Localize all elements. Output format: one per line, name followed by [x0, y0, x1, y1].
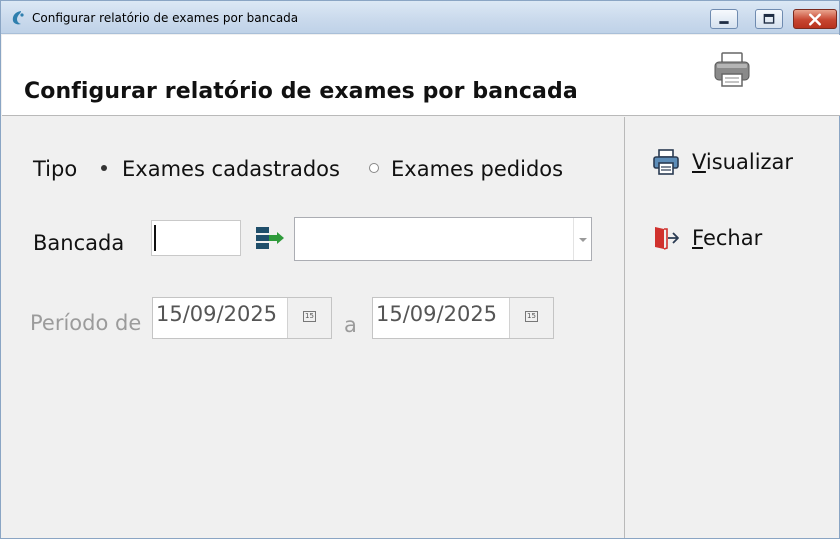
calendar-icon: 15	[303, 311, 316, 322]
printer-icon	[714, 52, 750, 87]
periodo-to-value: 15/09/2025	[376, 302, 498, 326]
window-title: Configurar relatório de exames por banca…	[32, 11, 299, 25]
title-bar[interactable]: Configurar relatório de exames por banca…	[1, 1, 839, 34]
radio-dot	[101, 165, 107, 171]
fechar-button[interactable]: Fechar	[652, 220, 822, 256]
app-leaf-icon	[12, 11, 24, 25]
periodo-separator: a	[344, 313, 357, 337]
exit-door-icon	[655, 227, 679, 250]
visualizar-label: Visualizar	[692, 150, 793, 174]
print-preview-icon	[653, 149, 679, 175]
page-title: Configurar relatório de exames por banca…	[24, 79, 578, 104]
fechar-label-rest: echar	[702, 226, 763, 250]
radio-button-checked[interactable]	[99, 163, 109, 173]
periodo-to-calendar-button[interactable]: 15	[509, 298, 553, 338]
form-content: Tipo Exames cadastrados Exames pedidos B…	[2, 117, 624, 538]
search-bancada-icon[interactable]	[255, 225, 285, 253]
action-sidebar: Visualizar Fechar	[624, 117, 840, 538]
fechar-label: Fechar	[692, 226, 762, 250]
radio-label-pedidos[interactable]: Exames pedidos	[391, 157, 563, 181]
fechar-mnemonic: F	[692, 226, 703, 250]
radio-button-unchecked[interactable]	[369, 163, 379, 173]
bancada-label: Bancada	[33, 231, 125, 255]
periodo-from-date[interactable]: 15/09/2025 15	[152, 297, 332, 339]
periodo-to-date[interactable]: 15/09/2025 15	[372, 297, 554, 339]
dropdown-toggle[interactable]	[573, 218, 591, 260]
tipo-label: Tipo	[33, 157, 78, 181]
periodo-label: Período de	[30, 311, 142, 335]
dialog-header: Configurar relatório de exames por banca…	[2, 35, 840, 116]
visualizar-label-rest: isualizar	[705, 150, 794, 174]
close-button[interactable]	[793, 9, 837, 29]
visualizar-mnemonic: V	[692, 150, 706, 174]
periodo-from-value: 15/09/2025	[156, 302, 278, 326]
chevron-down-icon	[579, 238, 587, 242]
visualizar-button[interactable]: Visualizar	[652, 144, 822, 180]
maximize-button[interactable]	[755, 9, 783, 29]
minimize-button[interactable]	[710, 9, 738, 29]
close-icon	[808, 13, 821, 26]
minimize-icon	[719, 21, 729, 24]
bancada-code-input[interactable]	[151, 220, 241, 256]
text-caret	[154, 225, 156, 251]
bancada-select[interactable]	[294, 217, 592, 261]
radio-label-cadastrados[interactable]: Exames cadastrados	[122, 157, 340, 181]
maximize-icon	[763, 13, 775, 24]
report-window: Configurar relatório de exames por banca…	[0, 0, 840, 539]
calendar-icon: 15	[525, 311, 538, 322]
periodo-from-calendar-button[interactable]: 15	[287, 298, 331, 338]
